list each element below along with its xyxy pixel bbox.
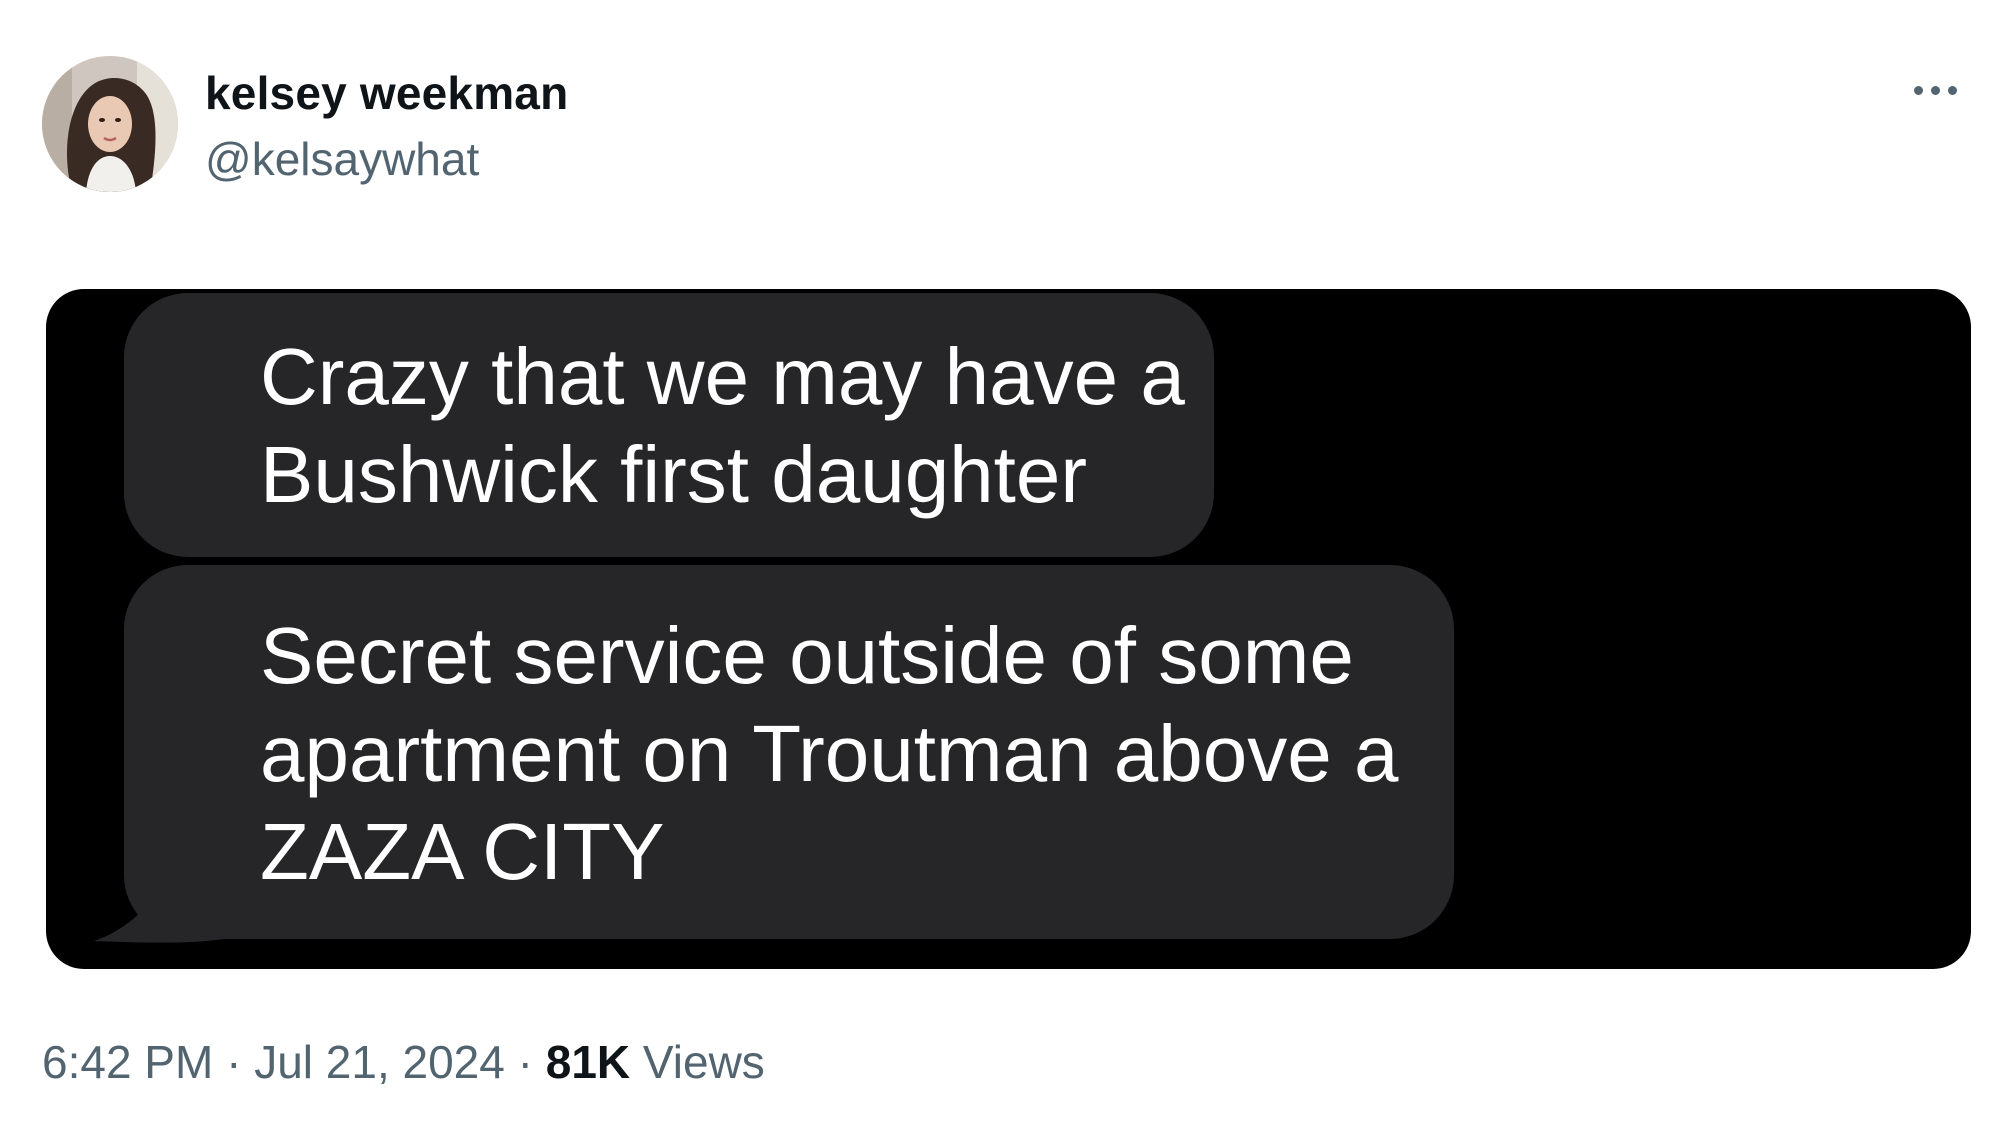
author-handle[interactable]: @kelsaywhat: [205, 132, 479, 186]
message-bubble: Crazy that we may have a Bushwick first …: [124, 293, 1214, 557]
ellipsis-icon: [1930, 85, 1940, 95]
tweet-date[interactable]: Jul 21, 2024: [254, 1036, 505, 1088]
tweet-time[interactable]: 6:42 PM: [42, 1036, 213, 1088]
message-text: Bushwick first daughter: [260, 430, 1088, 519]
author-display-name[interactable]: kelsey weekman: [205, 66, 568, 120]
tweet: kelsey weekman @kelsaywhat Crazy that we…: [0, 0, 2000, 1131]
ellipsis-icon: [1913, 85, 1923, 95]
views-label: Views: [630, 1036, 765, 1088]
views-count[interactable]: 81K: [546, 1036, 630, 1088]
avatar[interactable]: [42, 56, 178, 192]
tweet-meta: 6:42 PM · Jul 21, 2024 · 81K Views: [42, 1035, 765, 1089]
meta-separator: ·: [504, 1036, 546, 1088]
message-text: apartment on Troutman above a: [260, 709, 1399, 798]
message-text: Secret service outside of some: [260, 611, 1354, 700]
message-bubble: Secret service outside of some apartment…: [124, 565, 1454, 939]
message-text: Crazy that we may have a: [260, 332, 1185, 421]
ellipsis-icon: [1947, 85, 1957, 95]
meta-separator: ·: [213, 1036, 255, 1088]
more-options-button[interactable]: [1900, 70, 1970, 110]
tweet-media-screenshot[interactable]: Crazy that we may have a Bushwick first …: [46, 289, 1971, 969]
message-text: ZAZA CITY: [260, 807, 665, 896]
avatar-image: [42, 56, 178, 192]
